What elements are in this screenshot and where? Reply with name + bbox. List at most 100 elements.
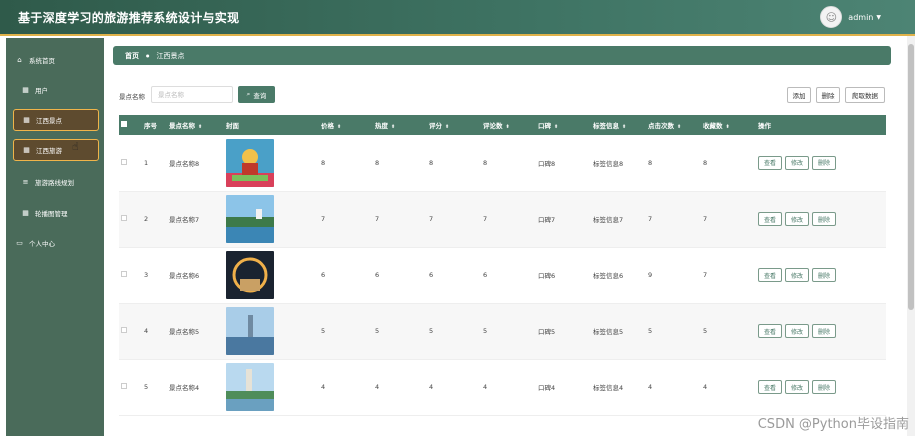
cell-clicks: 8	[648, 158, 653, 167]
sidebar-item-home[interactable]: ⌂ 系统首页	[13, 49, 99, 71]
cell-tags: 标签信息6	[593, 272, 624, 280]
col-reputation[interactable]: 口碑 ⬍	[538, 115, 593, 135]
grid-icon: ▦	[23, 146, 30, 154]
sidebar-item-label: 个人中心	[29, 240, 55, 248]
row-checkbox[interactable]	[119, 135, 144, 191]
edit-button[interactable]: 修改	[785, 268, 809, 282]
view-button[interactable]: 查看	[758, 268, 782, 282]
cell-reputation: 口碑5	[538, 328, 556, 336]
card-icon: ▭	[16, 239, 23, 247]
cell-score: 6	[429, 271, 434, 279]
crawl-data-button[interactable]: 爬取数据	[845, 87, 885, 103]
edit-button[interactable]: 修改	[785, 380, 809, 394]
cell-comments: 4	[483, 383, 488, 391]
sort-icon[interactable]: ⬍	[677, 124, 681, 130]
cell-tags: 标签信息5	[593, 328, 624, 336]
sort-icon[interactable]: ⬍	[198, 124, 202, 130]
cell-reputation: 口碑8	[538, 159, 556, 168]
sidebar-item-users[interactable]: ▦ 用户	[13, 79, 99, 101]
col-label: 标签信息	[593, 122, 619, 130]
edit-button[interactable]: 修改	[785, 155, 809, 170]
view-button[interactable]: 查看	[758, 155, 782, 170]
delete-button[interactable]: 删除	[816, 87, 840, 103]
sidebar-item-label: 旅游路线规划	[35, 179, 74, 187]
col-name[interactable]: 景点名称 ⬍	[169, 115, 226, 135]
chevron-down-icon[interactable]: ▼	[876, 14, 881, 21]
cell-name: 景点名称5	[169, 328, 200, 336]
row-delete-button[interactable]: 删除	[812, 212, 836, 226]
cover-image	[226, 247, 321, 303]
sort-icon[interactable]: ⬍	[337, 124, 341, 130]
search-button[interactable]: ⌕ 查询	[238, 86, 275, 103]
scrollbar-thumb[interactable]	[908, 44, 914, 310]
search-button-label: 查询	[253, 91, 267, 100]
sort-icon[interactable]: ⬍	[506, 124, 510, 130]
username[interactable]: admin	[848, 13, 873, 22]
sort-icon[interactable]: ⬍	[726, 124, 730, 130]
table-row: 5 景点名称4 4 4 4 4 口碑4 标签信息4 4 4 查看 修改 删除	[119, 359, 886, 415]
sidebar-item-route-planning[interactable]: ≡ 旅游路线规划	[13, 171, 99, 193]
col-label: 热度	[375, 122, 388, 130]
col-score[interactable]: 评分 ⬍	[429, 115, 483, 135]
sidebar-item-profile[interactable]: ▭ 个人中心	[13, 232, 99, 254]
list-icon: ≡	[22, 178, 29, 186]
row-delete-button[interactable]: 删除	[812, 380, 836, 394]
cover-image	[226, 135, 321, 191]
search-input[interactable]	[151, 86, 233, 103]
edit-button[interactable]: 修改	[785, 212, 809, 226]
row-checkbox[interactable]	[119, 247, 144, 303]
search-icon: ⌕	[246, 90, 251, 98]
row-delete-button[interactable]: 删除	[812, 324, 836, 338]
row-delete-button[interactable]: 删除	[812, 155, 836, 170]
cell-score: 7	[429, 215, 434, 223]
sidebar-item-jiangxi-travel[interactable]: ▦ 江西旅游	[13, 139, 99, 161]
sidebar: ⌂ 系统首页 ▦ 用户 ▦ 江西景点 ▦ 江西旅游 ≡ 旅游路线规划 ▦ 轮播图…	[6, 38, 104, 436]
row-checkbox[interactable]	[119, 303, 144, 359]
cell-clicks: 5	[648, 327, 653, 335]
col-comments[interactable]: 评论数 ⬍	[483, 115, 538, 135]
cell-comments: 6	[483, 271, 488, 279]
row-delete-button[interactable]: 删除	[812, 268, 836, 282]
sidebar-item-jiangxi-spots[interactable]: ▦ 江西景点	[13, 109, 99, 131]
sort-icon[interactable]: ⬍	[391, 124, 395, 130]
col-heat[interactable]: 热度 ⬍	[375, 115, 429, 135]
col-price[interactable]: 价格 ⬍	[321, 115, 375, 135]
spots-table: 序号 景点名称 ⬍ 封面 价格 ⬍ 热度 ⬍ 评分 ⬍ 评论数 ⬍ 口碑 ⬍ 标签信息 ⬍ 点…	[119, 115, 886, 416]
cell-price: 7	[321, 215, 326, 223]
col-favorites[interactable]: 收藏数 ⬍	[703, 115, 758, 135]
col-tags[interactable]: 标签信息 ⬍	[593, 115, 648, 135]
sidebar-item-carousel[interactable]: ▦ 轮播图管理	[13, 202, 99, 224]
view-button[interactable]: 查看	[758, 380, 782, 394]
sidebar-item-label: 江西景点	[36, 117, 62, 125]
row-checkbox[interactable]	[119, 359, 144, 415]
view-button[interactable]: 查看	[758, 324, 782, 338]
select-all-checkbox[interactable]	[119, 115, 144, 135]
row-checkbox[interactable]	[119, 191, 144, 247]
cell-clicks: 7	[648, 215, 653, 223]
add-button[interactable]: 添加	[787, 87, 811, 103]
edit-button[interactable]: 修改	[785, 324, 809, 338]
col-cover: 封面	[226, 122, 239, 130]
sort-icon[interactable]: ⬍	[622, 124, 626, 130]
avatar[interactable]: ☺	[820, 6, 843, 28]
cell-tags: 标签信息4	[593, 384, 624, 392]
breadcrumb: 首页 ● 江西景点	[113, 46, 891, 65]
col-label: 价格	[321, 122, 334, 130]
sort-icon[interactable]: ⬍	[554, 124, 558, 130]
table-row: 4 景点名称5 5 5 5 5 口碑5 标签信息5 5 5 查看 修改 删除	[119, 303, 886, 359]
cell-heat: 5	[375, 327, 380, 335]
table-row: 1 景点名称8 8 8 8 8 口碑8 标签信息8 8 8 查看 修改 删除	[119, 135, 886, 191]
col-clicks[interactable]: 点击次数 ⬍	[648, 115, 703, 135]
view-button[interactable]: 查看	[758, 212, 782, 226]
scrollbar[interactable]	[907, 36, 915, 436]
grid-icon: ▦	[22, 209, 29, 217]
row-actions: 查看 修改 删除	[758, 303, 886, 359]
user-menu[interactable]: ☺ admin ▼	[820, 6, 881, 28]
breadcrumb-home[interactable]: 首页	[125, 51, 139, 61]
sort-icon[interactable]: ⬍	[445, 124, 449, 130]
cell-name: 景点名称4	[169, 384, 200, 392]
cell-heat: 4	[375, 383, 380, 391]
cell-score: 4	[429, 383, 434, 391]
cell-clicks: 9	[648, 271, 653, 279]
cell-favorites: 8	[703, 158, 708, 167]
